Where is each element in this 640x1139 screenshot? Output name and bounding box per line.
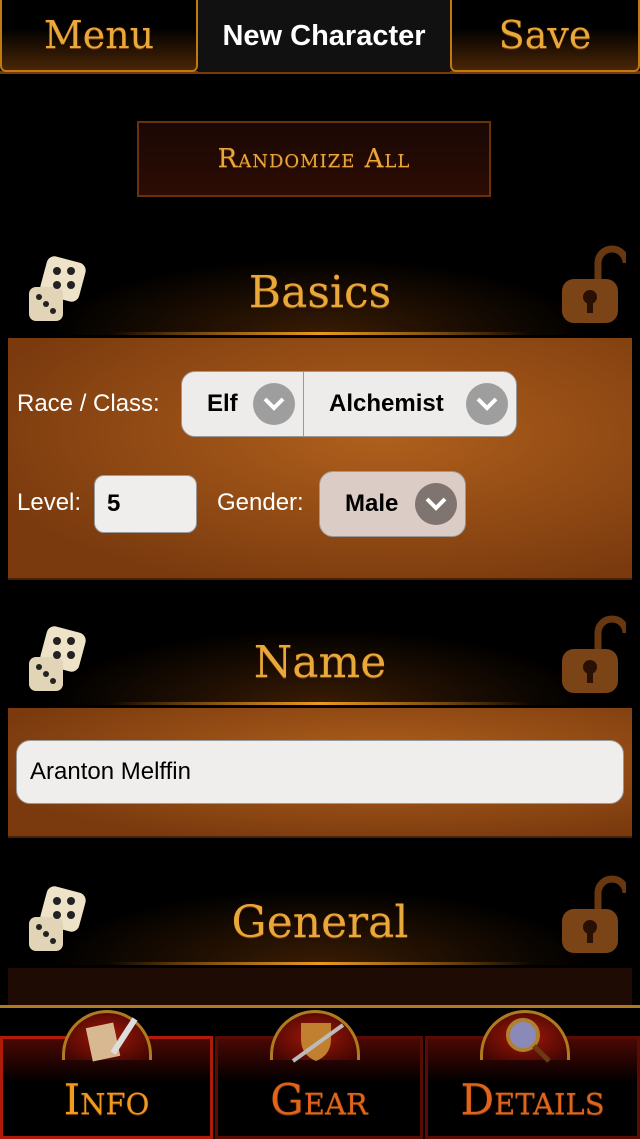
tab-bar: Info Gear Details bbox=[0, 1005, 640, 1139]
section-title: General bbox=[231, 897, 409, 948]
tab-label: Info bbox=[63, 1075, 150, 1124]
top-bar: Menu New Character Save bbox=[0, 0, 640, 74]
tab-label: Gear bbox=[270, 1075, 368, 1124]
page-title: New Character bbox=[198, 0, 450, 72]
name-input[interactable]: Aranton Melffin bbox=[16, 740, 624, 804]
shield-sword-icon bbox=[270, 1010, 360, 1063]
level-input[interactable]: 5 bbox=[94, 475, 197, 533]
save-button[interactable]: Save bbox=[450, 0, 640, 72]
chevron-down-icon bbox=[466, 383, 508, 425]
level-label: Level: bbox=[17, 489, 82, 516]
randomize-all-button[interactable]: Randomize All bbox=[137, 121, 491, 197]
magnifier-icon bbox=[480, 1010, 570, 1063]
gender-value: Male bbox=[345, 490, 399, 517]
section-title: Basics bbox=[248, 267, 392, 318]
general-panel bbox=[8, 968, 632, 1008]
unlocked-padlock-icon[interactable] bbox=[558, 245, 626, 327]
race-class-label: Race / Class: bbox=[17, 390, 160, 417]
chevron-down-icon bbox=[253, 383, 295, 425]
race-value: Elf bbox=[207, 390, 238, 417]
section-title: Name bbox=[253, 637, 387, 688]
name-panel: Aranton Melffin bbox=[8, 708, 632, 838]
section-header-basics: Basics bbox=[0, 245, 640, 335]
unlocked-padlock-icon[interactable] bbox=[558, 875, 626, 957]
unlocked-padlock-icon[interactable] bbox=[558, 615, 626, 697]
class-select[interactable]: Alchemist bbox=[303, 371, 517, 437]
chevron-down-icon bbox=[415, 483, 457, 525]
menu-button[interactable]: Menu bbox=[0, 0, 198, 72]
basics-panel: Race / Class: Elf Alchemist Level: 5 Gen… bbox=[8, 338, 632, 580]
race-select[interactable]: Elf bbox=[181, 371, 304, 437]
gender-label: Gender: bbox=[217, 489, 304, 516]
gender-select[interactable]: Male bbox=[319, 471, 466, 537]
section-header-name: Name bbox=[0, 615, 640, 705]
tab-label: Details bbox=[460, 1075, 605, 1124]
scroll-quill-icon bbox=[62, 1010, 152, 1062]
class-value: Alchemist bbox=[329, 390, 444, 417]
section-header-general: General bbox=[0, 875, 640, 965]
